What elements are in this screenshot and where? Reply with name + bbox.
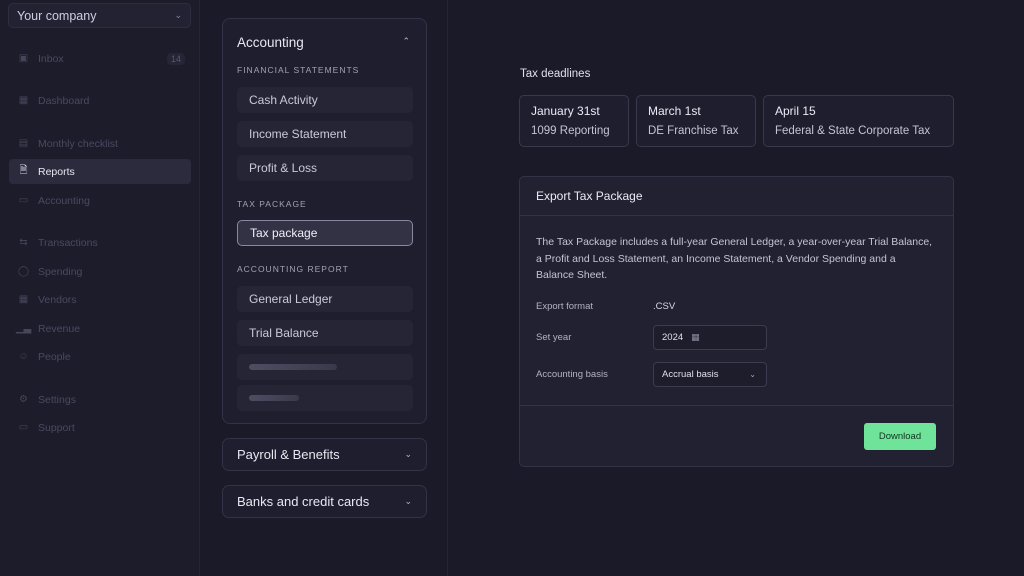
deadline-card: March 1st DE Franchise Tax (636, 95, 756, 147)
sidebar-item-label: Settings (38, 393, 76, 406)
folder-icon: ▭ (18, 195, 29, 206)
sidebar-item-label: Transactions (38, 236, 98, 249)
spending-icon: ◯ (17, 266, 30, 277)
loading-skeleton (249, 395, 299, 401)
payroll-title: Payroll & Benefits (237, 447, 340, 462)
inbox-icon: ▣ (18, 53, 29, 64)
inbox-count-badge: 14 (166, 52, 185, 65)
sidebar-item-revenue[interactable]: ▁▃ Revenue (9, 316, 191, 341)
people-icon: ☺ (18, 351, 29, 362)
year-input[interactable]: 2024 ▦ (653, 325, 767, 350)
tax-package-label: TAX PACKAGE (237, 199, 307, 209)
sidebar-item-label: Monthly checklist (38, 137, 118, 150)
banks-title: Banks and credit cards (237, 494, 370, 509)
sidebar-item-reports[interactable]: 🗎 Reports (9, 159, 191, 184)
report-item-loading (237, 385, 413, 411)
sidebar-item-vendors[interactable]: ▦ Vendors (9, 287, 191, 312)
deadline-description: 1099 Reporting (531, 125, 610, 137)
report-item-tax-package[interactable]: Tax package (237, 220, 413, 246)
company-selector[interactable]: Your company ⌄ (8, 3, 191, 28)
sidebar-item-spending[interactable]: ◯ Spending (9, 259, 191, 284)
sidebar-item-accounting[interactable]: ▭ Accounting (9, 188, 191, 213)
sidebar-item-people[interactable]: ☺ People (9, 344, 191, 369)
tax-deadlines-title: Tax deadlines (520, 68, 591, 80)
accounting-basis-label: Accounting basis (536, 369, 608, 380)
export-footer-divider (520, 405, 953, 406)
deadline-description: DE Franchise Tax (648, 125, 739, 137)
sidebar-item-label: Spending (38, 265, 83, 278)
chevron-down-icon: ⌄ (749, 370, 756, 379)
banks-credit-cards-panel[interactable]: Banks and credit cards ⌄ (222, 485, 427, 518)
support-icon: ▭ (18, 422, 29, 433)
accounting-report-label: ACCOUNTING REPORT (237, 264, 349, 274)
settings-icon: ⚙ (19, 394, 28, 405)
dashboard-icon: ▦ (18, 95, 29, 106)
download-button[interactable]: Download (864, 423, 936, 450)
set-year-label: Set year (536, 332, 572, 343)
accounting-basis-select[interactable]: Accrual basis ⌄ (653, 362, 767, 387)
sidebar-item-support[interactable]: ▭ Support (9, 415, 191, 440)
transactions-icon: ⇆ (19, 237, 28, 248)
export-description: The Tax Package includes a full-year Gen… (536, 236, 933, 281)
export-format-label: Export format (536, 301, 594, 312)
report-item-loading (237, 354, 413, 380)
report-item-trial-balance[interactable]: Trial Balance (237, 320, 413, 346)
deadline-date: April 15 (775, 104, 816, 118)
sidebar-item-settings[interactable]: ⚙ Settings (9, 387, 191, 412)
sidebar-item-label: Reports (38, 165, 75, 178)
financial-statements-label: FINANCIAL STATEMENTS (237, 65, 360, 75)
chevron-down-icon: ⌄ (404, 496, 412, 506)
sidebar-item-label: Dashboard (38, 94, 90, 107)
sidebar-item-transactions[interactable]: ⇆ Transactions (9, 230, 191, 255)
deadline-description: Federal & State Corporate Tax (775, 125, 931, 137)
sidebar-item-label: Support (38, 421, 75, 434)
export-tax-package-card: Export Tax Package The Tax Package inclu… (519, 176, 954, 467)
calendar-icon[interactable]: ▦ (691, 332, 700, 343)
loading-skeleton (249, 364, 337, 370)
accounting-panel: Accounting ⌃ FINANCIAL STATEMENTS Cash A… (222, 18, 427, 424)
report-item-general-ledger[interactable]: General Ledger (237, 286, 413, 312)
accounting-title[interactable]: Accounting (237, 35, 304, 50)
sidebar-item-label: Accounting (38, 194, 90, 207)
deadline-card: January 31st 1099 Reporting (519, 95, 629, 147)
sidebar-item-dashboard[interactable]: ▦ Dashboard (9, 88, 191, 113)
chevron-down-icon: ⌄ (174, 10, 182, 20)
sidebar: Your company ⌄ ▣ Inbox 14 ▦ Dashboard ▤ … (0, 0, 200, 576)
chevron-up-icon[interactable]: ⌃ (402, 36, 410, 47)
sidebar-item-label: Revenue (38, 322, 81, 335)
deadline-card: April 15 Federal & State Corporate Tax (763, 95, 954, 147)
sidebar-item-label: People (38, 350, 71, 363)
report-item-income-statement[interactable]: Income Statement (237, 121, 413, 147)
chevron-down-icon: ⌄ (404, 449, 412, 459)
sidebar-item-monthly-checklist[interactable]: ▤ Monthly checklist (9, 131, 191, 156)
deadline-date: March 1st (648, 104, 701, 118)
sidebar-item-inbox[interactable]: ▣ Inbox 14 (9, 46, 191, 71)
export-title: Export Tax Package (520, 177, 953, 216)
basis-value: Accrual basis (662, 369, 719, 380)
year-value: 2024 (662, 332, 684, 343)
export-format-value: .CSV (653, 301, 676, 312)
report-item-profit-loss[interactable]: Profit & Loss (237, 155, 413, 181)
payroll-benefits-panel[interactable]: Payroll & Benefits ⌄ (222, 438, 427, 471)
reports-icon: 🗎 (19, 165, 28, 176)
sidebar-item-label: Inbox (38, 52, 64, 65)
company-name: Your company (17, 8, 97, 23)
deadline-date: January 31st (531, 104, 600, 118)
checklist-icon: ▤ (18, 138, 29, 149)
report-item-cash-activity[interactable]: Cash Activity (237, 87, 413, 113)
vendors-icon: ▦ (18, 294, 29, 305)
revenue-icon: ▁▃ (15, 323, 32, 334)
sidebar-item-label: Vendors (38, 293, 77, 306)
